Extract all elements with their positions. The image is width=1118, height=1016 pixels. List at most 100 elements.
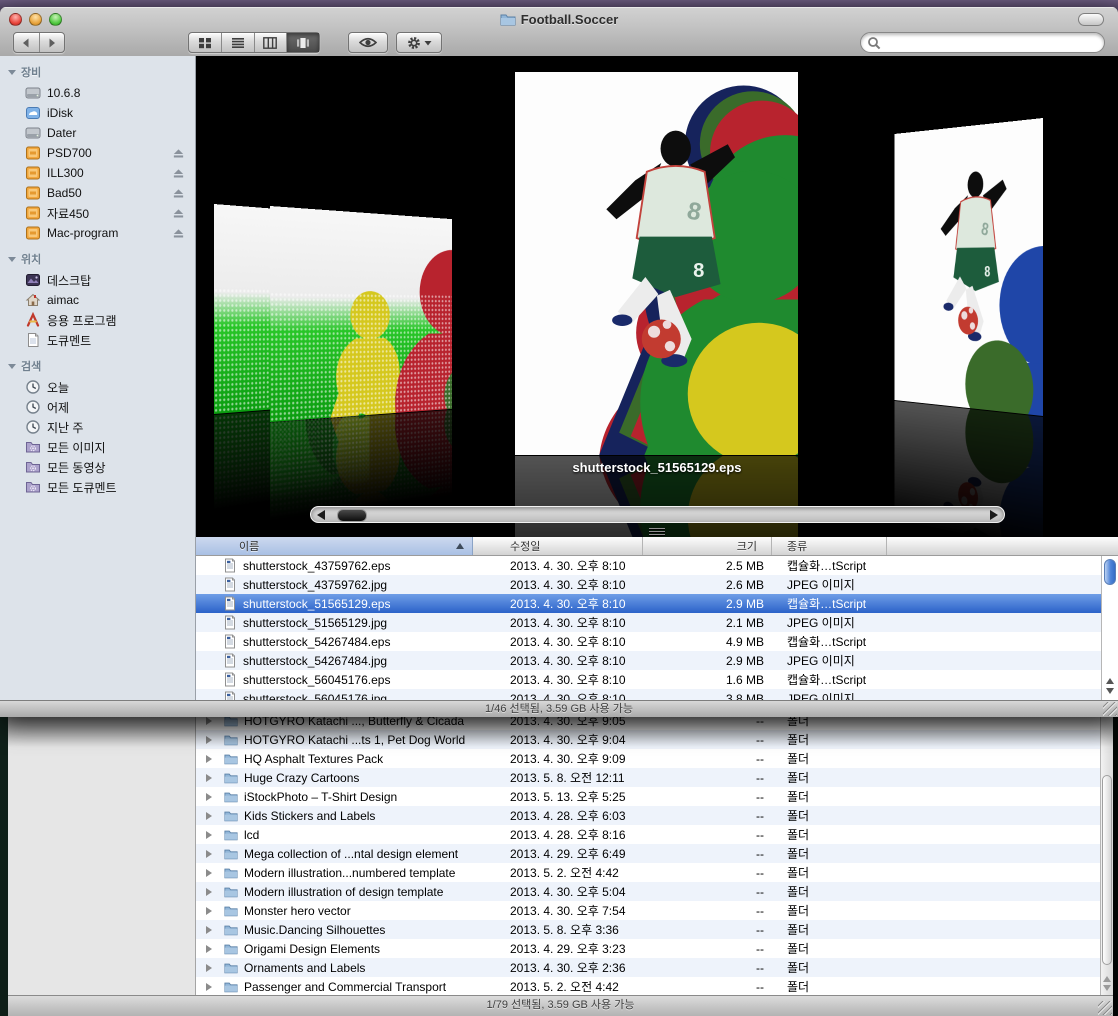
quick-look-button[interactable]: [348, 32, 388, 53]
disclosure-triangle-icon[interactable]: [206, 812, 212, 820]
background-finder-window[interactable]: HOTGYRO Katachi ..., Butterfly & Cicada …: [8, 717, 1113, 1016]
table-row[interactable]: iStockPhoto – T-Shirt Design 2013. 5. 13…: [196, 787, 1100, 806]
coverflow-item-selected[interactable]: [515, 72, 798, 455]
eject-icon[interactable]: [172, 167, 185, 180]
scroll-down-icon[interactable]: [1106, 688, 1114, 694]
table-row[interactable]: Huge Crazy Cartoons 2013. 5. 8. 오전 12:11…: [196, 768, 1100, 787]
table-row[interactable]: Mega collection of ...ntal design elemen…: [196, 844, 1100, 863]
coverflow-area[interactable]: shutterstock_51565129.eps: [196, 56, 1118, 537]
resize-grip[interactable]: [1103, 702, 1117, 716]
scroll-down-icon[interactable]: [1103, 985, 1111, 991]
sidebar-item[interactable]: Mac-program: [0, 223, 195, 243]
sidebar-item[interactable]: 어제: [0, 397, 195, 417]
sidebar-item[interactable]: 자료450: [0, 203, 195, 223]
search-field[interactable]: [860, 32, 1105, 53]
eject-icon[interactable]: [172, 207, 185, 220]
sidebar-item[interactable]: iDisk: [0, 103, 195, 123]
action-menu-button[interactable]: [396, 32, 442, 53]
disclosure-triangle-icon[interactable]: [206, 907, 212, 915]
toolbar-toggle-button[interactable]: [1078, 13, 1104, 26]
finder-window[interactable]: Football.Soccer: [0, 7, 1118, 717]
sidebar-item[interactable]: Dater: [0, 123, 195, 143]
scroll-up-icon[interactable]: [1103, 976, 1111, 982]
table-row[interactable]: Modern illustration...numbered template …: [196, 863, 1100, 882]
sidebar-item[interactable]: 모든 이미지: [0, 437, 195, 457]
pane-resize-handle[interactable]: [649, 526, 665, 537]
icon-view-button[interactable]: [189, 33, 222, 52]
disclosure-triangle-icon[interactable]: [206, 755, 212, 763]
sidebar-item[interactable]: 지난 주: [0, 417, 195, 437]
table-row[interactable]: HOTGYRO Katachi ...ts 1, Pet Dog World 2…: [196, 730, 1100, 749]
table-row[interactable]: HQ Asphalt Textures Pack 2013. 4. 30. 오후…: [196, 749, 1100, 768]
column-header-date[interactable]: 수정일: [473, 537, 643, 555]
scroll-left-icon[interactable]: [317, 510, 325, 520]
disclosure-triangle-icon[interactable]: [206, 774, 212, 782]
scroll-up-icon[interactable]: [1106, 678, 1114, 684]
sidebar-item[interactable]: 응용 프로그램: [0, 310, 195, 330]
disclosure-triangle-icon[interactable]: [206, 736, 212, 744]
scrollbar-thumb[interactable]: [1102, 775, 1112, 965]
table-row[interactable]: shutterstock_51565129.jpg 2013. 4. 30. 오…: [196, 613, 1101, 632]
disclosure-triangle-icon[interactable]: [206, 831, 212, 839]
list-view-button[interactable]: [222, 33, 255, 52]
eject-icon[interactable]: [172, 147, 185, 160]
disclosure-triangle-icon[interactable]: [206, 850, 212, 858]
column-view-button[interactable]: [255, 33, 288, 52]
column-header-name[interactable]: 이름: [196, 537, 473, 555]
title-bar[interactable]: Football.Soccer: [0, 7, 1118, 28]
table-row[interactable]: shutterstock_43759762.jpg 2013. 4. 30. 오…: [196, 575, 1101, 594]
disclosure-triangle-icon[interactable]: [206, 945, 212, 953]
sidebar-item[interactable]: 모든 동영상: [0, 457, 195, 477]
table-row[interactable]: Modern illustration of design template 2…: [196, 882, 1100, 901]
table-row[interactable]: shutterstock_54267484.jpg 2013. 4. 30. 오…: [196, 651, 1101, 670]
coverflow-item[interactable]: [270, 206, 452, 422]
eject-icon[interactable]: [172, 187, 185, 200]
disclosure-triangle-icon[interactable]: [206, 926, 212, 934]
search-input[interactable]: [885, 35, 1098, 51]
sidebar-item[interactable]: aimac: [0, 290, 195, 310]
sidebar-section-header[interactable]: 검색: [0, 350, 195, 377]
coverflow-view-button[interactable]: [287, 33, 319, 52]
sidebar-item[interactable]: 도큐멘트: [0, 330, 195, 350]
disclosure-triangle-icon[interactable]: [206, 983, 212, 991]
coverflow-item[interactable]: [895, 118, 1043, 416]
table-row[interactable]: Monster hero vector 2013. 4. 30. 오후 7:54…: [196, 901, 1100, 920]
table-row[interactable]: shutterstock_43759762.eps 2013. 4. 30. 오…: [196, 556, 1101, 575]
sidebar-section-header[interactable]: 위치: [0, 243, 195, 270]
list-scrollbar[interactable]: [1101, 556, 1118, 700]
table-row[interactable]: Passenger and Commercial Transport 2013.…: [196, 977, 1100, 995]
disclosure-triangle-icon[interactable]: [206, 964, 212, 972]
sidebar-item[interactable]: 10.6.8: [0, 83, 195, 103]
table-row[interactable]: shutterstock_54267484.eps 2013. 4. 30. 오…: [196, 632, 1101, 651]
sidebar-item[interactable]: PSD700: [0, 143, 195, 163]
column-header-kind[interactable]: 종류: [772, 537, 887, 555]
column-header-size[interactable]: 크기: [643, 537, 772, 555]
disclosure-triangle-icon[interactable]: [206, 793, 212, 801]
sidebar-item[interactable]: 오늘: [0, 377, 195, 397]
back-button[interactable]: [14, 33, 40, 52]
table-row[interactable]: Music.Dancing Silhouettes 2013. 5. 8. 오후…: [196, 920, 1100, 939]
background-scrollbar[interactable]: [1100, 717, 1113, 995]
table-row[interactable]: shutterstock_56045176.jpg 2013. 4. 30. 오…: [196, 689, 1101, 700]
sidebar-item[interactable]: Bad50: [0, 183, 195, 203]
disclosure-triangle-icon[interactable]: [206, 717, 212, 725]
table-row[interactable]: Ornaments and Labels 2013. 4. 30. 오후 2:3…: [196, 958, 1100, 977]
scrollbar-thumb[interactable]: [337, 509, 367, 522]
disclosure-triangle-icon[interactable]: [206, 869, 212, 877]
table-row[interactable]: shutterstock_51565129.eps 2013. 4. 30. 오…: [196, 594, 1101, 613]
sidebar-item[interactable]: ILL300: [0, 163, 195, 183]
eject-icon[interactable]: [172, 227, 185, 240]
sidebar-item[interactable]: 데스크탑: [0, 270, 195, 290]
table-row[interactable]: HOTGYRO Katachi ..., Butterfly & Cicada …: [196, 717, 1100, 730]
table-row[interactable]: Kids Stickers and Labels 2013. 4. 28. 오후…: [196, 806, 1100, 825]
table-row[interactable]: shutterstock_56045176.eps 2013. 4. 30. 오…: [196, 670, 1101, 689]
sidebar-item[interactable]: 모든 도큐멘트: [0, 477, 195, 497]
sidebar-section-header[interactable]: 장비: [0, 56, 195, 83]
disclosure-triangle-icon[interactable]: [206, 888, 212, 896]
forward-button[interactable]: [40, 33, 65, 52]
table-row[interactable]: lcd 2013. 4. 28. 오후 8:16 -- 폴더: [196, 825, 1100, 844]
resize-grip[interactable]: [1098, 1001, 1112, 1015]
scroll-right-icon[interactable]: [990, 510, 998, 520]
table-row[interactable]: Origami Design Elements 2013. 4. 29. 오후 …: [196, 939, 1100, 958]
coverflow-scrollbar[interactable]: [310, 506, 1005, 523]
